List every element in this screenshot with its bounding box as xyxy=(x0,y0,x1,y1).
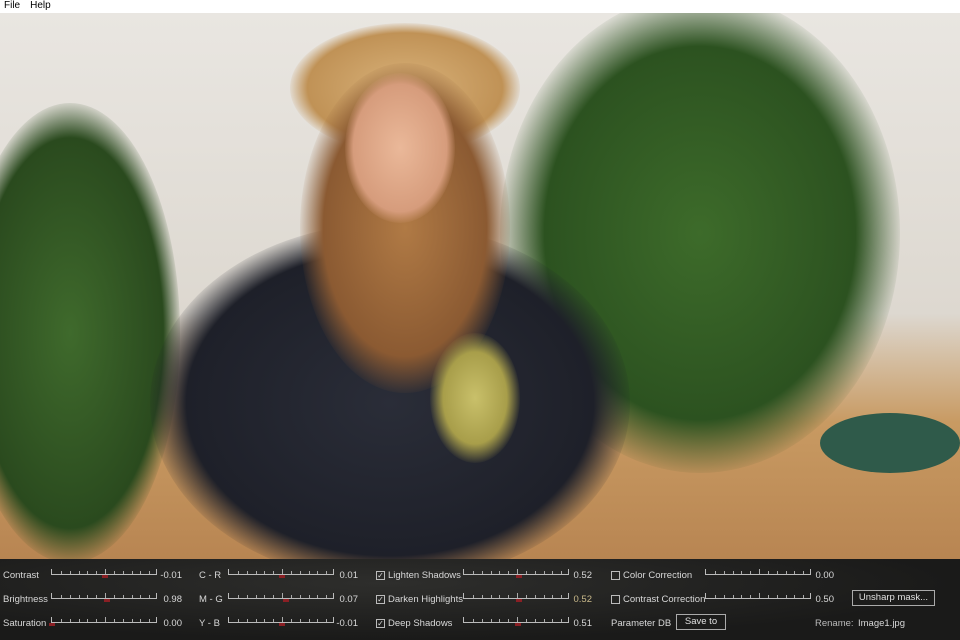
slider-saturation[interactable] xyxy=(49,617,157,626)
slider-label: C - R xyxy=(199,570,222,581)
slider-value: 0.07 xyxy=(339,594,359,605)
slider-label: Contrast xyxy=(3,570,39,581)
slider-color-1[interactable] xyxy=(228,593,334,602)
slider-thumb[interactable] xyxy=(516,575,523,578)
slider-thumb[interactable] xyxy=(283,599,290,602)
slider-thumb[interactable] xyxy=(279,623,285,626)
slider-color-2[interactable] xyxy=(228,617,334,626)
slider-thumb[interactable] xyxy=(102,575,108,578)
menu-file[interactable]: File xyxy=(4,0,20,13)
checkbox[interactable]: ✓ xyxy=(376,595,385,604)
slider-value: 0.98 xyxy=(163,594,183,605)
slider-value: 0.00 xyxy=(163,618,183,629)
slider-brightness[interactable] xyxy=(51,593,157,602)
slider-label: M - G xyxy=(199,594,223,605)
slider-value: -0.01 xyxy=(336,618,358,629)
checkbox-label: Contrast Correction xyxy=(623,594,706,605)
slider-thumb[interactable] xyxy=(515,623,522,626)
checkbox-label: Darken Highlights xyxy=(388,594,463,605)
slider-thumb[interactable] xyxy=(104,599,111,602)
checkbox[interactable]: ✓ xyxy=(376,571,385,580)
slider-value: 0.00 xyxy=(815,570,835,581)
slider-contrast[interactable] xyxy=(51,569,157,578)
slider-value: 0.01 xyxy=(339,570,359,581)
slider-value: 0.51 xyxy=(573,618,593,629)
checkbox[interactable]: ✓ xyxy=(376,619,385,628)
slider-label: Brightness xyxy=(3,594,48,605)
checkbox-label: Lighten Shadows xyxy=(388,570,461,581)
slider-color-0[interactable] xyxy=(228,569,334,578)
adjustment-panel: Contrast -0.01 Brightness 0.98 Saturation 0.0… xyxy=(0,559,960,640)
checkbox[interactable] xyxy=(611,595,620,604)
slider-correction-0[interactable] xyxy=(705,569,811,575)
slider-shadow-1[interactable] xyxy=(463,593,569,602)
slider-shadow-2[interactable] xyxy=(463,617,569,626)
rename-label: Rename: xyxy=(815,618,854,629)
menu-help[interactable]: Help xyxy=(30,0,51,13)
slider-value: 0.52 xyxy=(573,570,593,581)
slider-thumb[interactable] xyxy=(279,575,285,578)
menu-bar: File Help xyxy=(0,0,960,13)
rename-input[interactable]: Image1.jpg xyxy=(858,618,905,629)
checkbox-label: Color Correction xyxy=(623,570,693,581)
slider-label: Y - B xyxy=(199,618,220,629)
slider-label: Saturation xyxy=(3,618,47,629)
save-to-button[interactable]: Save to xyxy=(676,614,726,630)
parameter-db-label: Parameter DB xyxy=(611,618,672,629)
checkbox[interactable] xyxy=(611,571,620,580)
checkbox-label: Deep Shadows xyxy=(388,618,453,629)
slider-value: 0.52 xyxy=(573,594,593,605)
slider-shadow-0[interactable] xyxy=(463,569,569,578)
slider-thumb[interactable] xyxy=(49,623,55,626)
photo-preview xyxy=(0,13,960,559)
slider-value: -0.01 xyxy=(160,570,182,581)
unsharp-mask-button[interactable]: Unsharp mask... xyxy=(852,590,935,606)
slider-thumb[interactable] xyxy=(516,599,523,602)
slider-correction-1[interactable] xyxy=(705,593,811,599)
slider-value: 0.50 xyxy=(815,594,835,605)
